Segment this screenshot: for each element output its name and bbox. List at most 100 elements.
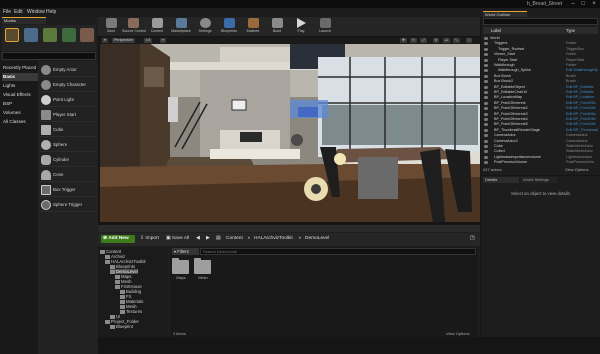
- asset-folder-mesh[interactable]: Mesh: [194, 258, 212, 282]
- outliner-row[interactable]: BP_ThumbnailRenderStage Edit BP_Thumbnail: [483, 128, 598, 133]
- grid-snap-icon[interactable]: #: [433, 38, 439, 43]
- outliner-row-type[interactable]: Edit BP_Editable: [566, 85, 594, 90]
- breadcrumb-content[interactable]: Content: [224, 235, 245, 243]
- maximize-viewport-icon[interactable]: □: [466, 38, 473, 43]
- save-button[interactable]: Save: [100, 18, 122, 36]
- category-basic[interactable]: Basic: [2, 73, 38, 81]
- asset-folder-maps[interactable]: Maps: [172, 258, 190, 282]
- place-item[interactable]: Box Trigger: [39, 183, 97, 197]
- outliner-row[interactable]: Player Start PlayerStart: [483, 58, 598, 63]
- minimize-icon[interactable]: –: [569, 0, 577, 8]
- visibility-eye-icon[interactable]: [484, 58, 488, 62]
- outliner-view-options[interactable]: View Options: [565, 167, 589, 172]
- tab-details[interactable]: Details: [483, 177, 519, 183]
- category-volumes[interactable]: Volumes: [2, 109, 38, 117]
- marketplace-button[interactable]: Marketplace: [170, 18, 192, 36]
- place-item[interactable]: Empty Actor: [39, 63, 97, 77]
- visibility-eye-icon[interactable]: [484, 42, 488, 46]
- content-button[interactable]: Content: [146, 18, 168, 36]
- category-visual-effects[interactable]: Visual Effects: [2, 91, 38, 99]
- visibility-eye-icon[interactable]: [484, 128, 488, 132]
- outliner-search-input[interactable]: [483, 18, 598, 25]
- place-item[interactable]: Cone: [39, 168, 97, 182]
- breadcrumb-demolevel[interactable]: DemoLevel: [303, 235, 331, 243]
- blueprints-button[interactable]: Blueprints: [218, 18, 240, 36]
- outliner-row[interactable]: Box Brush2 Brush: [483, 79, 598, 84]
- filters-button[interactable]: ▾ Filters: [172, 248, 199, 255]
- visibility-eye-icon[interactable]: [484, 69, 488, 73]
- foliage-mode-icon[interactable]: [62, 28, 76, 42]
- visibility-eye-icon[interactable]: [484, 150, 488, 154]
- type-column-header[interactable]: Type: [566, 28, 575, 33]
- maximize-icon[interactable]: □: [579, 0, 587, 8]
- visibility-eye-icon[interactable]: [484, 74, 488, 78]
- visibility-eye-icon[interactable]: [484, 53, 488, 57]
- launch-button[interactable]: Launch: [314, 18, 336, 36]
- outliner-row[interactable]: Lightmassimportancevolume LightmassImpor: [483, 155, 598, 160]
- place-item[interactable]: Point Light: [39, 93, 97, 107]
- outliner-row[interactable]: CameraActor CameraActor: [483, 133, 598, 138]
- outliner-row-type[interactable]: Edit BP_PointOfIn: [566, 112, 596, 117]
- visibility-eye-icon[interactable]: [484, 134, 488, 138]
- category-bsp[interactable]: BSP: [2, 100, 38, 108]
- asset-search-input[interactable]: Search DemoLevel: [200, 248, 476, 255]
- outliner-row-type[interactable]: Edit BP_PointOfIn: [566, 117, 596, 122]
- visibility-eye-icon[interactable]: [484, 85, 488, 89]
- visibility-eye-icon[interactable]: [484, 64, 488, 67]
- place-item[interactable]: Player Start: [39, 108, 97, 122]
- outliner-row[interactable]: CameraActor2 CameraActor: [483, 139, 598, 144]
- outliner-row[interactable]: BP_LocationMap Edit BP_Location: [483, 95, 598, 100]
- outliner-row[interactable]: BP_EditableObject Edit BP_Editable: [483, 85, 598, 90]
- outliner-row[interactable]: BP_PointOfInterest2 Edit BP_PointOfIn: [483, 106, 598, 111]
- visibility-eye-icon[interactable]: [484, 91, 488, 94]
- menu-help[interactable]: Help: [46, 9, 56, 15]
- place-item[interactable]: Empty Character: [39, 78, 97, 92]
- visibility-eye-icon[interactable]: [484, 47, 488, 51]
- visibility-eye-icon[interactable]: [484, 96, 488, 100]
- menu-edit[interactable]: Edit: [14, 9, 23, 15]
- tree-item[interactable]: Textures: [120, 309, 142, 314]
- level-viewport[interactable]: ▾ Perspective Lit ≡ ✥ ↻ ⤢ # ∠ ⤡ □: [100, 37, 480, 222]
- lock-icon[interactable]: ◳: [468, 235, 477, 243]
- geometry-mode-icon[interactable]: [80, 28, 94, 42]
- show-button[interactable]: ≡: [160, 38, 167, 43]
- paint-mode-icon[interactable]: [24, 28, 38, 42]
- outliner-row[interactable]: BP_EditableChair10 Edit BP_Editable: [483, 90, 598, 95]
- folder-icon[interactable]: ▤: [214, 235, 223, 243]
- landscape-mode-icon[interactable]: [43, 28, 57, 42]
- forward-button[interactable]: ▶: [204, 235, 212, 243]
- outliner-row-type[interactable]: Edit BP_PointOfIn: [566, 106, 596, 111]
- outliner-row-type[interactable]: Edit BP_PointOfIn: [566, 101, 596, 106]
- close-icon[interactable]: ×: [590, 0, 598, 8]
- build-button[interactable]: Build: [266, 18, 288, 36]
- lit-button[interactable]: Lit: [144, 38, 152, 43]
- settings-button[interactable]: Settings: [194, 18, 216, 36]
- outliner-row[interactable]: BP_PointOfInterest4 Edit BP_PointOfIn: [483, 117, 598, 122]
- outliner-row-type[interactable]: Edit WalkthroughSp: [566, 68, 598, 73]
- outliner-row[interactable]: Walkthrough_Spline Edit WalkthroughSp: [483, 68, 598, 73]
- play-button[interactable]: Play: [290, 18, 312, 36]
- outliner-row-type[interactable]: Edit BP_Location: [566, 95, 594, 100]
- category-all-classes[interactable]: All Classes: [2, 118, 38, 126]
- outliner-row[interactable]: Triggers Folder: [483, 41, 598, 46]
- menu-window[interactable]: Window: [27, 9, 45, 15]
- visibility-eye-icon[interactable]: [484, 139, 488, 143]
- visibility-eye-icon[interactable]: [484, 118, 488, 121]
- place-item[interactable]: Cylinder: [39, 153, 97, 167]
- save-all-button[interactable]: ▣ Save All: [164, 235, 191, 243]
- outliner-row-type[interactable]: Edit BP_PointOfIn: [566, 122, 596, 127]
- visibility-eye-icon[interactable]: [484, 123, 488, 127]
- place-item[interactable]: Sphere Trigger: [39, 198, 97, 212]
- outliner-row[interactable]: Walkthrough Folder: [483, 63, 598, 68]
- matinee-button[interactable]: Matinee: [242, 18, 264, 36]
- visibility-eye-icon[interactable]: [484, 101, 488, 105]
- outliner-row-type[interactable]: Edit BP_Thumbnail: [566, 128, 598, 133]
- outliner-row[interactable]: Trigger_Rootset TriggerBox: [483, 47, 598, 52]
- add-new-button[interactable]: ⊕ Add New: [101, 235, 135, 243]
- outliner-row-type[interactable]: Edit BP_Editable: [566, 90, 594, 95]
- outliner-row[interactable]: BP_PointOfInterest Edit BP_PointOfIn: [483, 101, 598, 106]
- outliner-row[interactable]: World: [483, 36, 598, 41]
- outliner-tab[interactable]: World Outliner: [483, 11, 527, 17]
- rotation-snap-icon[interactable]: ∠: [443, 38, 451, 43]
- visibility-eye-icon[interactable]: [484, 37, 488, 40]
